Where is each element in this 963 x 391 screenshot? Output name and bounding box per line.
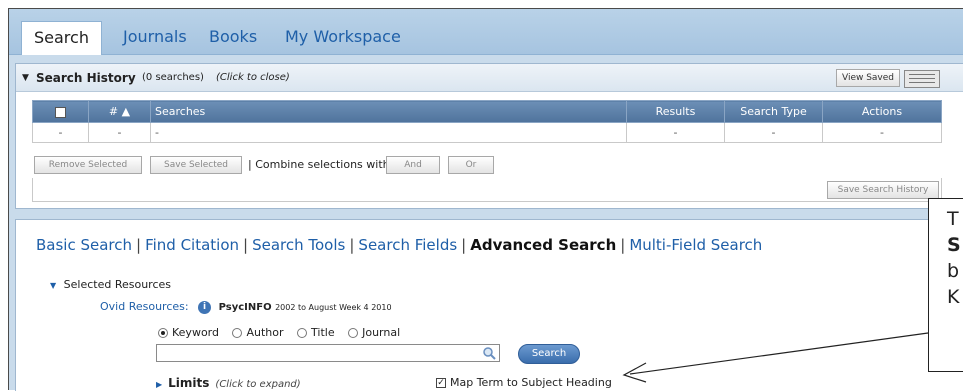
main-tab-bar: Search Journals Books My Workspace	[9, 9, 963, 55]
search-history-table: # ▲ Searches Results Search Type Actions…	[32, 100, 942, 143]
radio-journal[interactable]: Journal	[348, 326, 400, 339]
tab-my-workspace[interactable]: My Workspace	[273, 21, 413, 55]
mode-advanced-search[interactable]: Advanced Search	[470, 236, 616, 254]
sort-asc-icon: ▲	[121, 105, 131, 118]
database-name: PsycINFO	[218, 302, 272, 313]
mode-multi-field-search[interactable]: Multi-Field Search	[629, 236, 762, 254]
number-column-header[interactable]: # ▲	[88, 100, 151, 123]
radio-keyword-dot[interactable]	[158, 328, 168, 338]
select-all-column[interactable]	[32, 100, 89, 123]
history-actions-row: Remove Selected Save Selected | Combine …	[32, 154, 942, 176]
selected-resources-toggle[interactable]: ▼ Selected Resources	[50, 278, 171, 291]
mode-search-fields[interactable]: Search Fields	[358, 236, 457, 254]
annotation-callout: T S b K	[928, 198, 963, 372]
view-toggle-icon[interactable]	[904, 70, 940, 88]
limits-toggle[interactable]: ▶ Limits (Click to expand)	[156, 376, 301, 390]
table-row: - - - - - -	[32, 122, 942, 143]
radio-author-dot[interactable]	[232, 328, 243, 338]
search-button[interactable]: Search	[518, 344, 580, 364]
radio-author[interactable]: Author	[232, 326, 284, 339]
save-selected-button[interactable]: Save Selected	[150, 156, 242, 174]
search-history-title: Search History	[36, 71, 136, 85]
tab-search[interactable]: Search	[21, 21, 102, 55]
radio-title-dot[interactable]	[297, 328, 308, 338]
map-term-checkbox[interactable]: ✓	[436, 378, 446, 388]
actions-column-header: Actions	[822, 100, 942, 123]
ovid-resources-line: Ovid Resources: i PsycINFO 2002 to Augus…	[100, 300, 392, 314]
expand-triangle-icon: ▼	[50, 281, 57, 290]
combine-label: | Combine selections with:	[248, 158, 394, 171]
remove-selected-button[interactable]: Remove Selected	[34, 156, 142, 174]
collapse-triangle-icon[interactable]: ▼	[22, 64, 29, 92]
search-input[interactable]	[156, 344, 500, 362]
magnifier-icon[interactable]	[482, 346, 496, 360]
mode-find-citation[interactable]: Find Citation	[145, 236, 239, 254]
expand-limits-icon: ▶	[156, 380, 163, 389]
view-saved-button[interactable]: View Saved	[836, 69, 900, 87]
search-mode-nav: Basic Search | Find Citation | Search Tools |…	[36, 236, 763, 254]
close-hint[interactable]: (Click to close)	[216, 64, 290, 92]
search-count: (0 searches)	[142, 72, 204, 83]
search-area: Basic Search | Find Citation | Search Tools |…	[15, 219, 963, 391]
searches-column-header: Searches	[150, 100, 627, 123]
tab-journals[interactable]: Journals	[111, 21, 199, 55]
combine-and-button[interactable]: And	[386, 156, 440, 174]
results-column-header: Results	[626, 100, 725, 123]
combine-or-button[interactable]: Or	[448, 156, 494, 174]
mode-search-tools[interactable]: Search Tools	[252, 236, 345, 254]
select-all-checkbox[interactable]	[55, 106, 66, 118]
map-term-option[interactable]: ✓ Map Term to Subject Heading	[436, 376, 612, 389]
search-field-options: Keyword Author Title Journal	[158, 326, 410, 339]
search-history-panel: ▼ Search History (0 searches) (Click to …	[15, 63, 963, 209]
search-type-column-header: Search Type	[724, 100, 823, 123]
save-history-row: Save Search History	[32, 178, 942, 202]
radio-journal-dot[interactable]	[348, 328, 359, 338]
save-search-history-button[interactable]: Save Search History	[827, 181, 939, 199]
ovid-window: Search Journals Books My Workspace ▼ Sea…	[8, 8, 963, 391]
radio-keyword[interactable]: Keyword	[158, 326, 219, 339]
tab-books[interactable]: Books	[197, 21, 269, 55]
table-header-row: # ▲ Searches Results Search Type Actions	[32, 100, 942, 123]
database-years: 2002 to August Week 4 2010	[275, 303, 392, 312]
info-icon[interactable]: i	[198, 300, 212, 314]
radio-title[interactable]: Title	[297, 326, 335, 339]
mode-basic-search[interactable]: Basic Search	[36, 236, 132, 254]
search-history-header[interactable]: ▼ Search History (0 searches) (Click to …	[16, 64, 963, 92]
